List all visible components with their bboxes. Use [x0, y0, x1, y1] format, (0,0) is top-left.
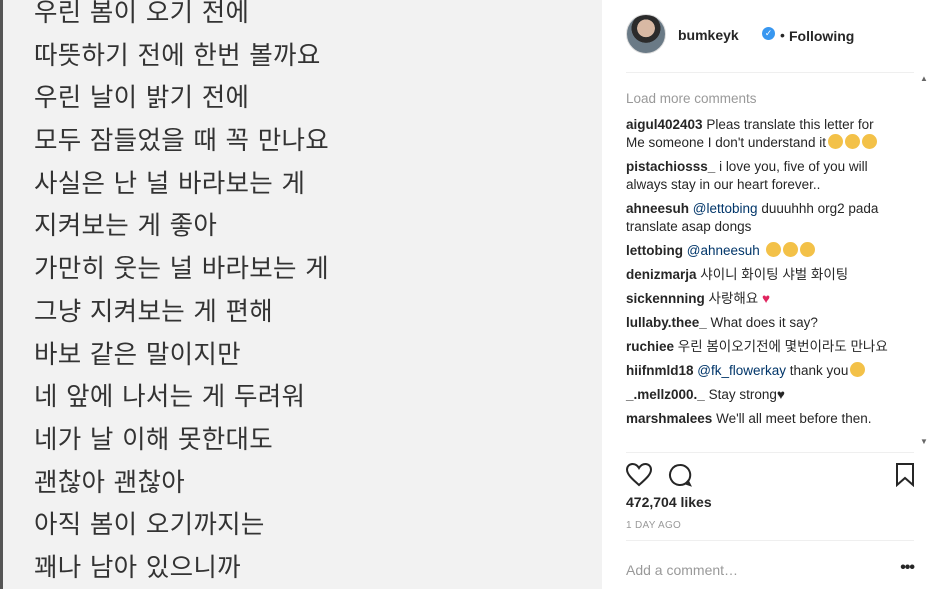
letter-line: 네가 날 이해 못한대도 — [34, 424, 274, 455]
comment-text: 샤이니 화이팅 샤벌 화이팅 — [700, 267, 849, 282]
comment-username-link[interactable]: hiifnmld18 — [626, 363, 694, 378]
comment-mention-link[interactable]: @fk_flowerkay — [697, 363, 786, 378]
comment-username-link[interactable]: denizmarja — [626, 267, 697, 282]
comment-input[interactable]: Add a comment… — [626, 562, 738, 578]
comment-username-link[interactable]: _.mellz000._ — [626, 387, 705, 402]
comment-text: Stay strong♥ — [708, 387, 785, 402]
letter-line: 네 앞에 나서는 게 두려워 — [34, 382, 306, 413]
letter-line: 가만히 웃는 널 바라보는 게 — [34, 254, 329, 285]
comment-text: We'll all meet before then. — [716, 411, 872, 426]
comments-list: Load more comments aigul402403 Pleas tra… — [626, 90, 896, 434]
load-more-comments-link[interactable]: Load more comments — [626, 90, 896, 108]
comment-username-link[interactable]: marshmalees — [626, 411, 712, 426]
comment-item: ruchiee 우린 봄이오기전에 몇번이라도 만나요 — [626, 338, 896, 356]
comment-item: pistachiosss_ i love you, five of you wi… — [626, 158, 896, 194]
comment-mention-link[interactable]: @lettobing — [693, 201, 758, 216]
emoji-icon — [799, 242, 815, 257]
comment-item: aigul402403 Pleas translate this letter … — [626, 116, 896, 152]
scroll-down-icon[interactable]: ▼ — [920, 437, 928, 446]
comment-username-link[interactable]: ahneesuh — [626, 201, 689, 216]
letter-line: 괜찮아 괜찮아 — [34, 467, 185, 498]
post-actions — [626, 452, 914, 493]
post-timestamp[interactable]: 1 DAY AGO — [626, 520, 681, 531]
post-sidebar: bumkeyk ✓ • Following Load more comments… — [602, 0, 928, 589]
comment-text: What does it say? — [710, 315, 818, 330]
letter-line: 따뜻하기 전에 한번 볼까요 — [34, 40, 321, 71]
emoji-icon — [844, 134, 860, 149]
username-link[interactable]: bumkeyk — [678, 27, 739, 43]
bookmark-icon[interactable] — [896, 463, 914, 487]
letter-line: 그냥 지켜보는 게 편해 — [34, 296, 274, 327]
comment-text: thank you — [789, 363, 849, 378]
heart-emoji-icon: ♥ — [761, 291, 770, 306]
emoji-icon — [861, 134, 877, 149]
add-comment-section: Add a comment… ••• — [626, 540, 915, 590]
comment-username-link[interactable]: aigul402403 — [626, 117, 703, 132]
emoji-icon — [850, 362, 866, 377]
letter-line: 바보 같은 말이지만 — [34, 339, 241, 370]
letter-line: 꽤나 남아 있으니까 — [34, 552, 241, 583]
avatar[interactable] — [626, 14, 666, 54]
comment-username-link[interactable]: lullaby.thee_ — [626, 315, 707, 330]
comments-scrollbar[interactable]: ▲ ▼ — [920, 74, 928, 446]
comment-mention-link[interactable]: @ahneesuh — [687, 243, 760, 258]
comment-item: hiifnmld18 @fk_flowerkay thank you — [626, 362, 896, 380]
comment-item: _.mellz000._ Stay strong♥ — [626, 386, 896, 404]
comment-text: 우린 봄이오기전에 몇번이라도 만나요 — [677, 339, 888, 354]
letter-line: 우린 날이 밝기 전에 — [34, 83, 250, 114]
comment-item: lettobing @ahneesuh — [626, 242, 896, 260]
photo-edge-shadow — [0, 0, 3, 589]
emoji-icon — [782, 242, 798, 257]
post-header: bumkeyk ✓ • Following — [626, 14, 914, 73]
scroll-up-icon[interactable]: ▲ — [920, 74, 928, 83]
post-photo[interactable]: 우린 봄이 오기 전에따뜻하기 전에 한번 볼까요우린 날이 밝기 전에모두 잠… — [0, 0, 602, 589]
letter-line: 사실은 난 널 바라보는 게 — [34, 168, 306, 199]
comment-item: denizmarja 샤이니 화이팅 샤벌 화이팅 — [626, 266, 896, 284]
comment-bubble-icon[interactable] — [668, 463, 692, 487]
comment-username-link[interactable]: sickennning — [626, 291, 705, 306]
following-button[interactable]: Following — [789, 28, 854, 44]
likes-count[interactable]: 472,704 likes — [626, 494, 712, 510]
verified-badge-icon: ✓ — [762, 27, 775, 40]
letter-line: 아직 봄이 오기까지는 — [34, 510, 265, 541]
letter-line: 우린 봄이 오기 전에 — [34, 0, 250, 28]
letter-line: 지켜보는 게 좋아 — [34, 211, 218, 242]
emoji-icon — [765, 242, 781, 257]
comment-item: marshmalees We'll all meet before then. — [626, 410, 896, 428]
comment-item: ahneesuh @lettobing duuuhhh org2 pada tr… — [626, 200, 896, 236]
letter-line: 모두 잠들었을 때 꼭 만나요 — [34, 126, 329, 157]
comment-text: 사랑해요 — [708, 291, 759, 306]
comment-item: lullaby.thee_ What does it say? — [626, 314, 896, 332]
heart-icon[interactable] — [626, 463, 652, 487]
more-options-icon[interactable]: ••• — [900, 559, 915, 577]
comment-username-link[interactable]: ruchiee — [626, 339, 674, 354]
emoji-icon — [827, 134, 843, 149]
comment-item: sickennning 사랑해요 ♥ — [626, 290, 896, 308]
letter-text: 우린 봄이 오기 전에따뜻하기 전에 한번 볼까요우린 날이 밝기 전에모두 잠… — [34, 0, 329, 589]
comment-username-link[interactable]: pistachiosss_ — [626, 159, 715, 174]
comment-username-link[interactable]: lettobing — [626, 243, 683, 258]
separator-dot: • — [780, 27, 785, 43]
